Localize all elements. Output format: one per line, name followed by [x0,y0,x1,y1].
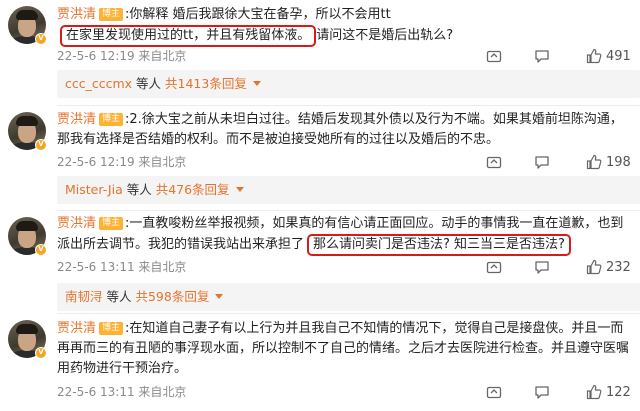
like-count: 491 [606,49,631,64]
reply-count-link[interactable]: 共476条回复 [156,182,230,197]
reply-mid-text: 等人 [122,182,156,197]
comment-text: 贾洪清 博主:在知道自己妻子有以上行为并且我自己不知情的情况下，觉得自己是接盘侠。… [57,319,633,379]
username-link[interactable]: 贾洪清 [57,7,96,22]
like-icon[interactable] [586,384,602,400]
comment-timestamp: 22-5-6 12:19 来自北京 [57,49,187,63]
highlighted-text: 那么请问卖门是否违法? 知三当三是否违法? [307,234,571,256]
share-icon[interactable] [486,154,502,170]
comment-body: :你解释 婚后我跟徐大宝在备孕，所以不会用tt [125,7,391,22]
divider [57,105,640,106]
like-count: 232 [606,260,631,275]
like-count: 122 [606,385,631,400]
username-link[interactable]: 贾洪清 [57,321,96,336]
username-link[interactable]: 贾洪清 [57,216,96,231]
comment-icon[interactable] [534,154,550,170]
like-icon[interactable] [586,48,602,64]
comment-icon[interactable] [534,48,550,64]
reply-summary[interactable]: 南韧浔 等人 共598条回复 [57,283,640,311]
comment-actions: 122 [486,384,636,402]
like-icon[interactable] [586,154,602,170]
comment-icon[interactable] [534,259,550,275]
comment-icon[interactable] [534,384,550,400]
reply-mid-text: 等人 [102,289,136,304]
comment-timestamp: 22-5-6 13:11 来自北京 [57,260,187,274]
reply-count-link[interactable]: 共1413条回复 [165,76,247,91]
author-badge: 博主 [99,113,124,126]
comment-body-tail: 请问这不是婚后出轨么? [316,28,454,43]
comment-timestamp: 22-5-6 13:11 来自北京 [57,385,187,399]
verified-icon: V [35,347,47,359]
share-icon[interactable] [486,384,502,400]
reply-user-link[interactable]: Mister-Jia [65,182,123,197]
reply-user-link[interactable]: ccc_cccmx [65,76,132,91]
like-icon[interactable] [586,259,602,275]
author-badge: 博主 [99,8,124,21]
reply-count-link[interactable]: 共598条回复 [135,289,209,304]
chevron-down-icon [235,187,244,192]
share-icon[interactable] [486,259,502,275]
highlighted-text: 在家里发现使用过的tt，并且有残留体液。 [60,25,317,47]
comment-text: 贾洪清 博主:2.徐大宝之前从未坦白过往。结婚后发现其外债以及行为不端。如果其婚前… [57,110,633,150]
chevron-down-icon [252,81,261,86]
divider [57,313,640,314]
username-link[interactable]: 贾洪清 [57,112,96,127]
comment-text: 贾洪清 博主:你解释 婚后我跟徐大宝在备孕，所以不会用tt 在家里发现使用过的tt，… [57,5,633,47]
divider [57,210,640,211]
comment-text: 贾洪清 博主:一直教唆粉丝举报视频，如果真的有信心请正面回应。动手的事情我一直在道… [57,214,633,256]
share-icon[interactable] [486,48,502,64]
author-badge: 博主 [99,322,124,335]
verified-icon: V [35,139,47,151]
reply-summary[interactable]: Mister-Jia 等人 共476条回复 [57,176,640,204]
comment-actions: 232 [486,259,636,277]
verified-icon: V [35,33,47,45]
chevron-down-icon [215,294,224,299]
comment-actions: 198 [486,154,636,172]
comment-body: :在知道自己妻子有以上行为并且我自己不知情的情况下，觉得自己是接盘侠。并且一而再… [57,321,630,376]
comment-actions: 491 [486,48,636,66]
reply-mid-text: 等人 [132,76,166,91]
comment-body: :2.徐大宝之前从未坦白过往。结婚后发现其外债以及行为不端。如果其婚前坦陈沟通，… [57,112,623,147]
reply-user-link[interactable]: 南韧浔 [65,289,103,304]
like-count: 198 [606,155,631,170]
comment-timestamp: 22-5-6 12:19 来自北京 [57,155,187,169]
reply-summary[interactable]: ccc_cccmx 等人 共1413条回复 [57,70,640,98]
verified-icon: V [35,244,47,256]
author-badge: 博主 [99,217,124,230]
